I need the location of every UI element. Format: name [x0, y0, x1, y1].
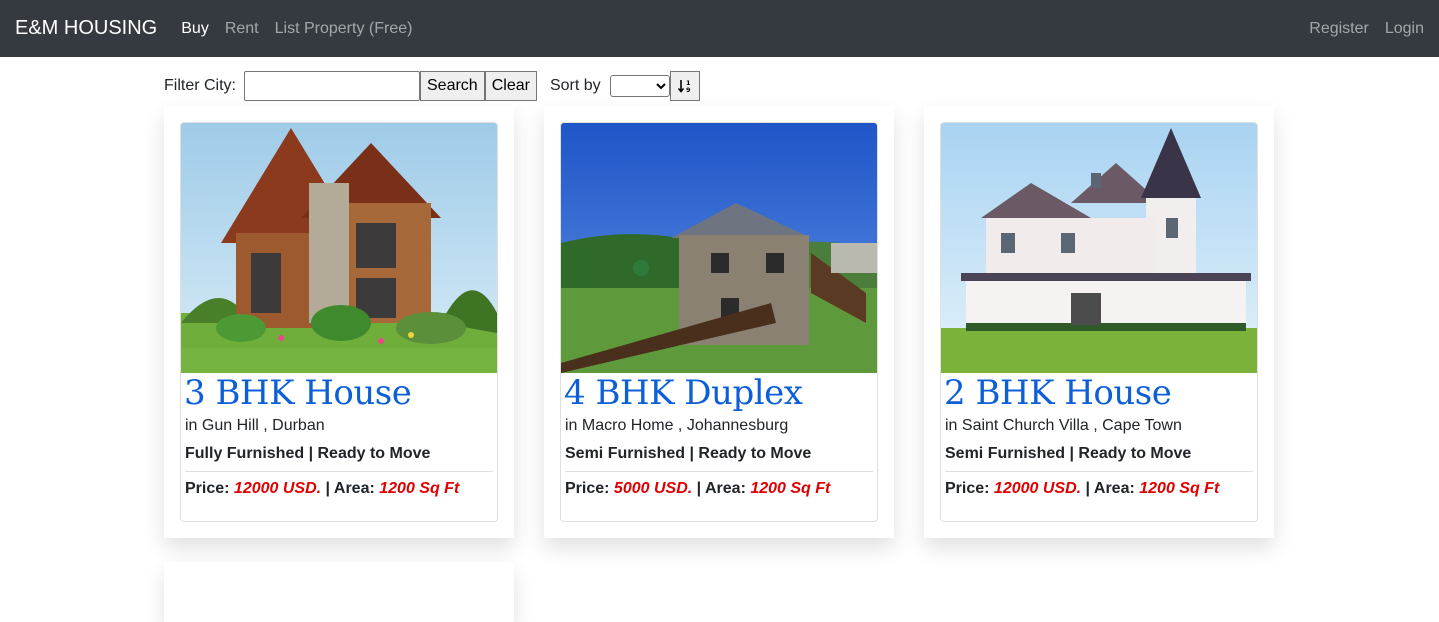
nav-right-group: Register Login — [1293, 20, 1424, 38]
listing-title[interactable]: 3 BHK House — [181, 373, 497, 413]
listing-title[interactable]: 2 BHK House — [941, 373, 1257, 413]
search-button[interactable]: Search — [420, 71, 485, 101]
nav-buy[interactable]: Buy — [181, 20, 209, 38]
listing-card-wrapper: 2 BHK House in Saint Church Villa , Cape… — [924, 106, 1274, 538]
nav-rent[interactable]: Rent — [225, 20, 259, 38]
price-label: Price: — [565, 480, 610, 497]
listing-card-wrapper: 4 BHK Duplex in Macro Home , Johannesbur… — [544, 106, 894, 538]
separator: | — [325, 480, 331, 497]
separator: | — [696, 480, 702, 497]
listing-card[interactable]: 2 BHK House in Saint Church Villa , Cape… — [940, 122, 1258, 522]
listing-furnishing: Fully Furnished | Ready to Move — [185, 445, 431, 462]
listing-title[interactable]: 4 BHK Duplex — [561, 373, 877, 413]
filter-bar: Filter City: Search Clear Sort by 1 9 — [164, 71, 700, 101]
sort-amount-down-icon: 1 9 — [677, 79, 691, 94]
stone-cottage-photo — [561, 123, 877, 373]
listing-location: in Gun Hill , Durban — [185, 417, 325, 434]
listing-card-wrapper: 3 BHK House in Gun Hill , Durban Fully F… — [164, 106, 514, 538]
listing-card[interactable]: 4 BHK Duplex in Macro Home , Johannesbur… — [560, 122, 878, 522]
listing-card-wrapper-next-row — [164, 562, 514, 622]
area-value: 1200 Sq Ft — [1139, 480, 1220, 497]
svg-text:9: 9 — [686, 86, 691, 94]
listing-furnishing: Semi Furnished | Ready to Move — [565, 445, 812, 462]
card-divider — [945, 471, 1253, 472]
city-filter-input[interactable] — [244, 71, 420, 101]
price-value: 12000 USD. — [233, 480, 322, 497]
filter-city-label: Filter City: — [164, 77, 236, 94]
top-navbar: E&M HOUSING Buy Rent List Property (Free… — [0, 0, 1439, 57]
listing-card[interactable]: 3 BHK House in Gun Hill , Durban Fully F… — [180, 122, 498, 522]
area-label: Area: — [704, 480, 746, 497]
listing-price-area: Price: 5000 USD. | Area: 1200 Sq Ft — [561, 480, 877, 498]
listing-price-area: Price: 12000 USD. | Area: 1200 Sq Ft — [181, 480, 497, 498]
price-value: 12000 USD. — [993, 480, 1082, 497]
listing-price-area: Price: 12000 USD. | Area: 1200 Sq Ft — [941, 480, 1257, 498]
listing-location: in Saint Church Villa , Cape Town — [945, 417, 1182, 434]
area-label: Area: — [333, 480, 375, 497]
listing-furnishing: Semi Furnished | Ready to Move — [945, 445, 1192, 462]
area-value: 1200 Sq Ft — [750, 480, 831, 497]
sort-direction-button[interactable]: 1 9 — [669, 71, 700, 101]
wooden-house-photo — [181, 123, 497, 373]
area-label: Area: — [1093, 480, 1135, 497]
price-label: Price: — [185, 480, 230, 497]
listing-location: in Macro Home , Johannesburg — [565, 417, 789, 434]
sort-by-label: Sort by — [549, 77, 601, 94]
price-value: 5000 USD. — [613, 480, 693, 497]
area-value: 1200 Sq Ft — [379, 480, 460, 497]
card-divider — [185, 471, 493, 472]
separator: | — [1085, 480, 1091, 497]
nav-login[interactable]: Login — [1385, 20, 1424, 38]
price-label: Price: — [945, 480, 990, 497]
nav-register[interactable]: Register — [1309, 20, 1369, 38]
sort-select[interactable] — [609, 75, 670, 97]
card-divider — [565, 471, 873, 472]
nav-list-property[interactable]: List Property (Free) — [275, 20, 413, 38]
clear-button[interactable]: Clear — [484, 71, 537, 101]
brand-logo[interactable]: E&M HOUSING — [15, 17, 157, 40]
victorian-house-photo — [941, 123, 1257, 373]
